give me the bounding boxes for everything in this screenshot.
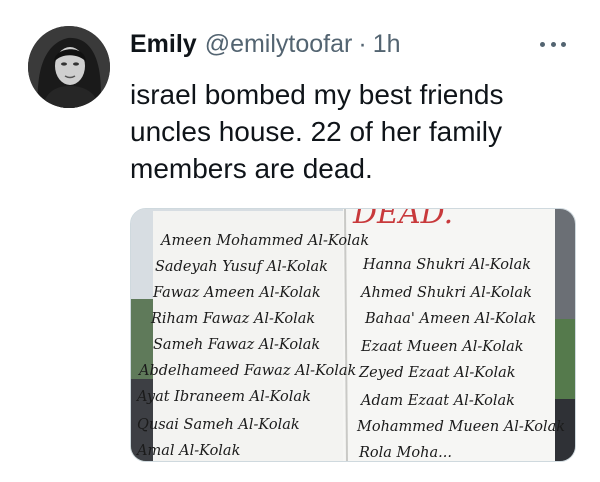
timestamp[interactable]: 1h [373,30,401,59]
name-line: Hanna Shukri Al-Kolak [362,257,531,273]
author-handle[interactable]: @emilytoofar [205,30,353,59]
tweet-text-line: israel bombed my best friends [130,79,504,110]
tweet[interactable]: Emily @emilytoofar · 1h israel bombed my… [0,0,600,482]
tweet-text: israel bombed my best friends uncles hou… [130,76,560,187]
tweet-header: Emily @emilytoofar · 1h [130,30,401,64]
name-line: Amal Al-Kolak [135,443,240,459]
name-line: Bahaa' Ameen Al-Kolak [364,311,536,327]
name-line: Ayat Ibraneem Al-Kolak [135,389,311,405]
name-line: Sadeyah Yusuf Al-Kolak [155,259,328,275]
name-line: Ezaat Mueen Al-Kolak [360,339,524,355]
name-line: Mohammed Mueen Al-Kolak [356,419,565,435]
memorial-list-photo: DEAD. Ameen Mohammed Al-Kolak Sadeyah Yu… [131,209,575,461]
more-dot [550,41,556,47]
avatar-image [28,26,110,108]
name-line: Qusai Sameh Al-Kolak [137,417,300,433]
name-line: Sameh Fawaz Al-Kolak [153,337,320,353]
name-line: Rola Moha... [358,445,452,461]
avatar[interactable] [28,26,110,108]
tweet-text-line: uncles house. 22 of her family [130,116,502,147]
more-horizontal-icon[interactable] [536,32,570,56]
name-line: Riham Fawaz Al-Kolak [150,311,315,327]
more-dot [561,41,566,47]
name-line: Adam Ezaat Al-Kolak [359,393,515,409]
media-header-text: DEAD. [352,209,453,231]
name-line: Fawaz Ameen Al-Kolak [152,285,321,301]
tweet-text-line: members are dead. [130,153,373,184]
tweet-media-image[interactable]: DEAD. Ameen Mohammed Al-Kolak Sadeyah Yu… [130,208,576,462]
name-line: Ameen Mohammed Al-Kolak [159,233,369,249]
name-line: Ahmed Shukri Al-Kolak [359,285,532,301]
author-name[interactable]: Emily [130,30,197,59]
separator: · [358,30,367,58]
name-line: Abdelhameed Fawaz Al-Kolak [137,363,356,379]
name-line: Zeyed Ezaat Al-Kolak [358,365,516,381]
more-dot [540,41,545,47]
